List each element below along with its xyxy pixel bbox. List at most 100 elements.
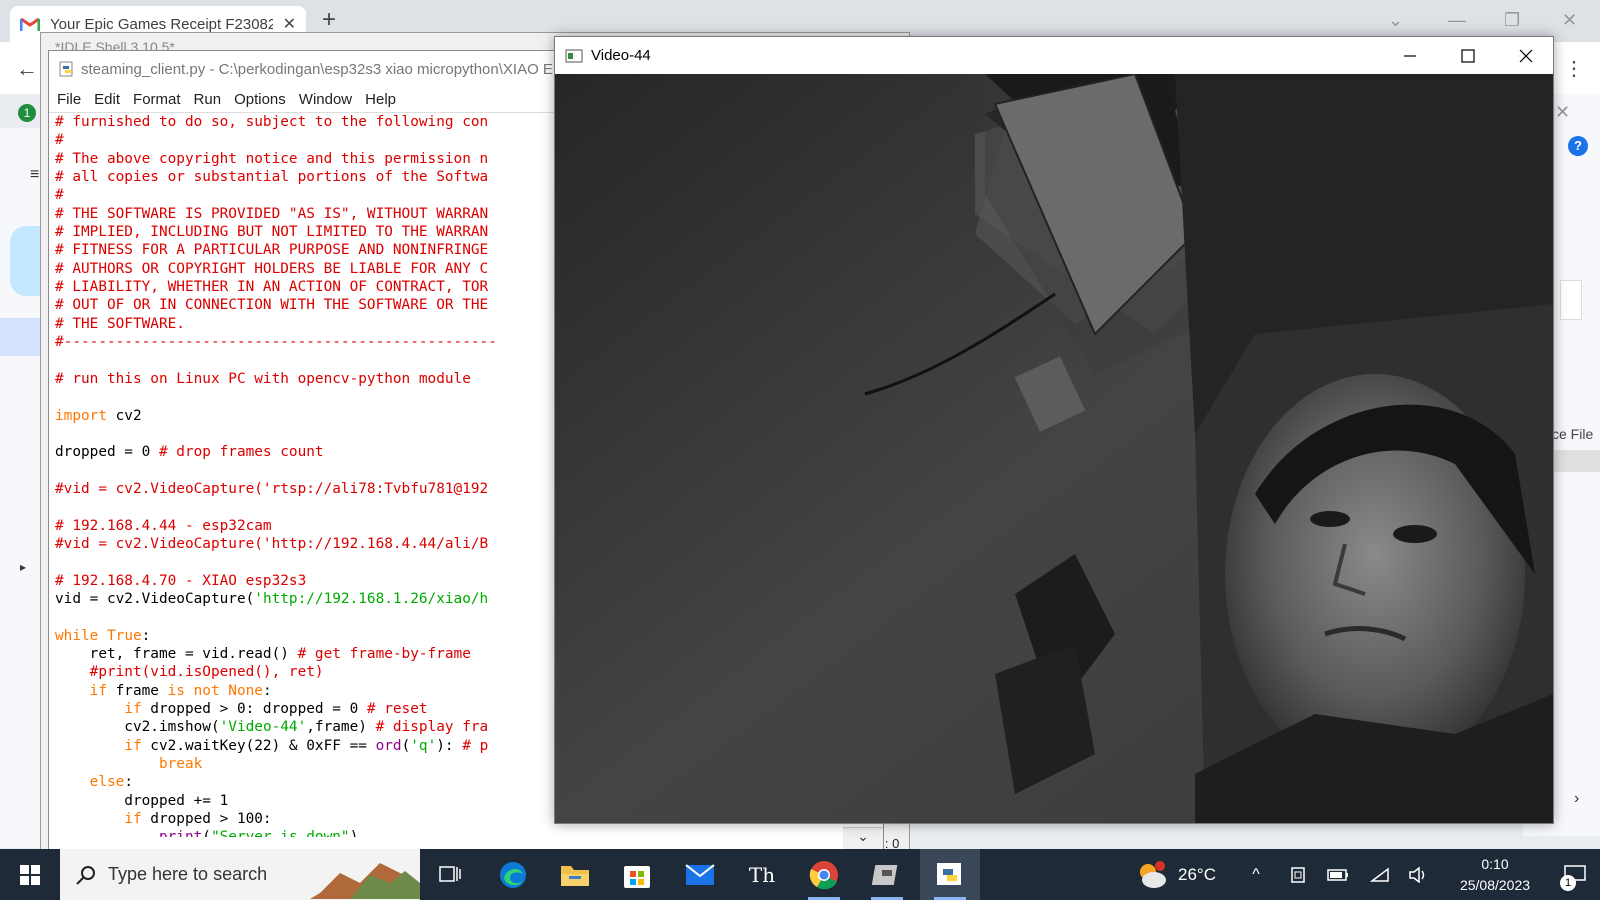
show-hidden-icons-button[interactable]: ^ <box>1236 849 1276 900</box>
notification-center-button[interactable] <box>1550 849 1600 900</box>
code-token: : <box>124 774 133 791</box>
search-placeholder: Type here to search <box>108 864 268 884</box>
code-token: if <box>124 811 142 828</box>
edge-icon <box>500 861 526 888</box>
chevron-up-icon: ^ <box>1252 865 1260 883</box>
menu-window[interactable]: Window <box>299 91 352 108</box>
meet-now-button[interactable] <box>1280 849 1316 900</box>
weather-icon <box>1140 860 1166 888</box>
taskbar-file-explorer[interactable] <box>545 849 605 900</box>
sidebar-item-inbox[interactable] <box>0 318 42 356</box>
browser-close-icon[interactable]: ✕ <box>1562 10 1577 31</box>
battery-icon <box>1327 868 1348 881</box>
code-token: : <box>262 682 272 699</box>
code-token: None <box>228 682 263 699</box>
volume-button[interactable] <box>1398 849 1438 900</box>
tab-search-icon[interactable]: ⌄ <box>1388 10 1403 31</box>
code-line: print("Server is down") <box>55 828 875 837</box>
battery-button[interactable] <box>1318 849 1358 900</box>
more-menu-icon[interactable]: ⋮ <box>1564 56 1584 81</box>
taskbar-thonny[interactable]: Th <box>732 849 792 900</box>
code-token: # OUT OF OR IN CONNECTION WITH THE SOFTW… <box>55 297 489 314</box>
menu-file[interactable]: File <box>57 91 81 108</box>
weather-widget[interactable]: 26°C <box>1136 849 1216 900</box>
menu-options[interactable]: Options <box>234 91 286 108</box>
code-token: dropped = 0 <box>55 444 159 461</box>
taskbar-mail[interactable] <box>670 849 730 900</box>
expand-chevron-icon[interactable]: ▸ <box>20 560 26 574</box>
meet-icon <box>1291 866 1305 883</box>
menu-edit[interactable]: Edit <box>94 91 120 108</box>
clock[interactable]: 0:10 25/08/2023 <box>1440 854 1550 896</box>
code-token: if <box>89 682 107 699</box>
panel-field[interactable] <box>1560 280 1582 320</box>
volume-icon <box>1409 866 1425 883</box>
code-token: # all copies or substantial portions of … <box>55 169 489 186</box>
code-token: ord <box>375 737 402 754</box>
code-token: # display fra <box>375 719 489 736</box>
chrome-icon <box>809 860 838 889</box>
code-token: #print(vid.isOpened(), ret) <box>55 664 324 681</box>
help-icon[interactable]: ? <box>1568 136 1588 156</box>
menu-help[interactable]: Help <box>365 91 396 108</box>
panel-close-icon[interactable]: ✕ <box>1555 102 1570 123</box>
gmail-icon <box>20 17 40 31</box>
code-token: 'Video-44' <box>219 719 307 736</box>
taskbar-store[interactable] <box>607 849 667 900</box>
wifi-button[interactable] <box>1360 849 1400 900</box>
browser-minimize-icon[interactable]: — <box>1448 10 1466 31</box>
taskbar-chrome[interactable] <box>794 849 854 900</box>
code-token: is not <box>167 682 220 699</box>
video-window: Video-44 <box>554 36 1554 824</box>
search-icon <box>76 865 95 885</box>
camera-image <box>555 74 1553 823</box>
tab-title: Your Epic Games Receipt F23082 <box>50 15 273 33</box>
clock-time: 0:10 <box>1481 856 1509 872</box>
start-button[interactable] <box>0 849 60 900</box>
taskbar-search-box[interactable]: Type here to search <box>60 849 420 900</box>
back-arrow-icon[interactable]: ← <box>16 56 38 82</box>
code-token: # LIABILITY, WHETHER IN AN ACTION OF CON… <box>55 279 489 296</box>
compose-button[interactable] <box>10 226 42 296</box>
hamburger-menu-icon[interactable]: ≡ <box>30 166 39 184</box>
code-token: # The above copyright notice and this pe… <box>55 150 489 167</box>
browser-restore-icon[interactable]: ❐ <box>1504 10 1520 31</box>
code-token: if <box>124 701 142 717</box>
minimize-icon <box>1404 54 1416 57</box>
scroll-down-icon[interactable]: ⌄ <box>843 827 883 849</box>
scroll-right-icon[interactable]: › <box>1574 790 1579 808</box>
code-token: cv2.imshow( <box>55 719 220 736</box>
code-token: # FITNESS FOR A PARTICULAR PURPOSE AND N… <box>55 242 489 259</box>
folder-icon <box>561 865 589 886</box>
code-token: cv2 <box>106 407 142 424</box>
new-tab-icon[interactable]: + <box>322 6 336 34</box>
video-frame <box>555 74 1553 823</box>
code-token: : <box>141 627 151 644</box>
wifi-icon <box>1370 867 1389 882</box>
code-token: ( <box>401 737 411 754</box>
clock-date: 25/08/2023 <box>1459 877 1531 893</box>
taskbar-idle[interactable] <box>920 849 980 900</box>
code-token: ( <box>202 829 211 837</box>
code-token: # 192.168.4.70 - XIAO esp32s3 <box>55 572 307 589</box>
code-token: "Server is down" <box>211 829 350 837</box>
mail-icon <box>685 863 715 885</box>
maximize-button[interactable] <box>1439 37 1497 74</box>
taskbar-edge[interactable] <box>483 849 543 900</box>
windows-logo-icon <box>20 864 40 885</box>
opencv-window-icon <box>565 49 583 62</box>
tab-close-icon[interactable]: ✕ <box>283 14 296 34</box>
taskbar-app[interactable] <box>857 849 917 900</box>
menu-run[interactable]: Run <box>194 91 222 108</box>
menu-format[interactable]: Format <box>133 91 181 108</box>
minimize-button[interactable] <box>1381 37 1439 74</box>
close-button[interactable] <box>1497 37 1555 74</box>
task-view-button[interactable] <box>420 849 480 900</box>
code-token: else <box>89 774 125 791</box>
extension-badge[interactable]: 1 <box>18 104 36 122</box>
